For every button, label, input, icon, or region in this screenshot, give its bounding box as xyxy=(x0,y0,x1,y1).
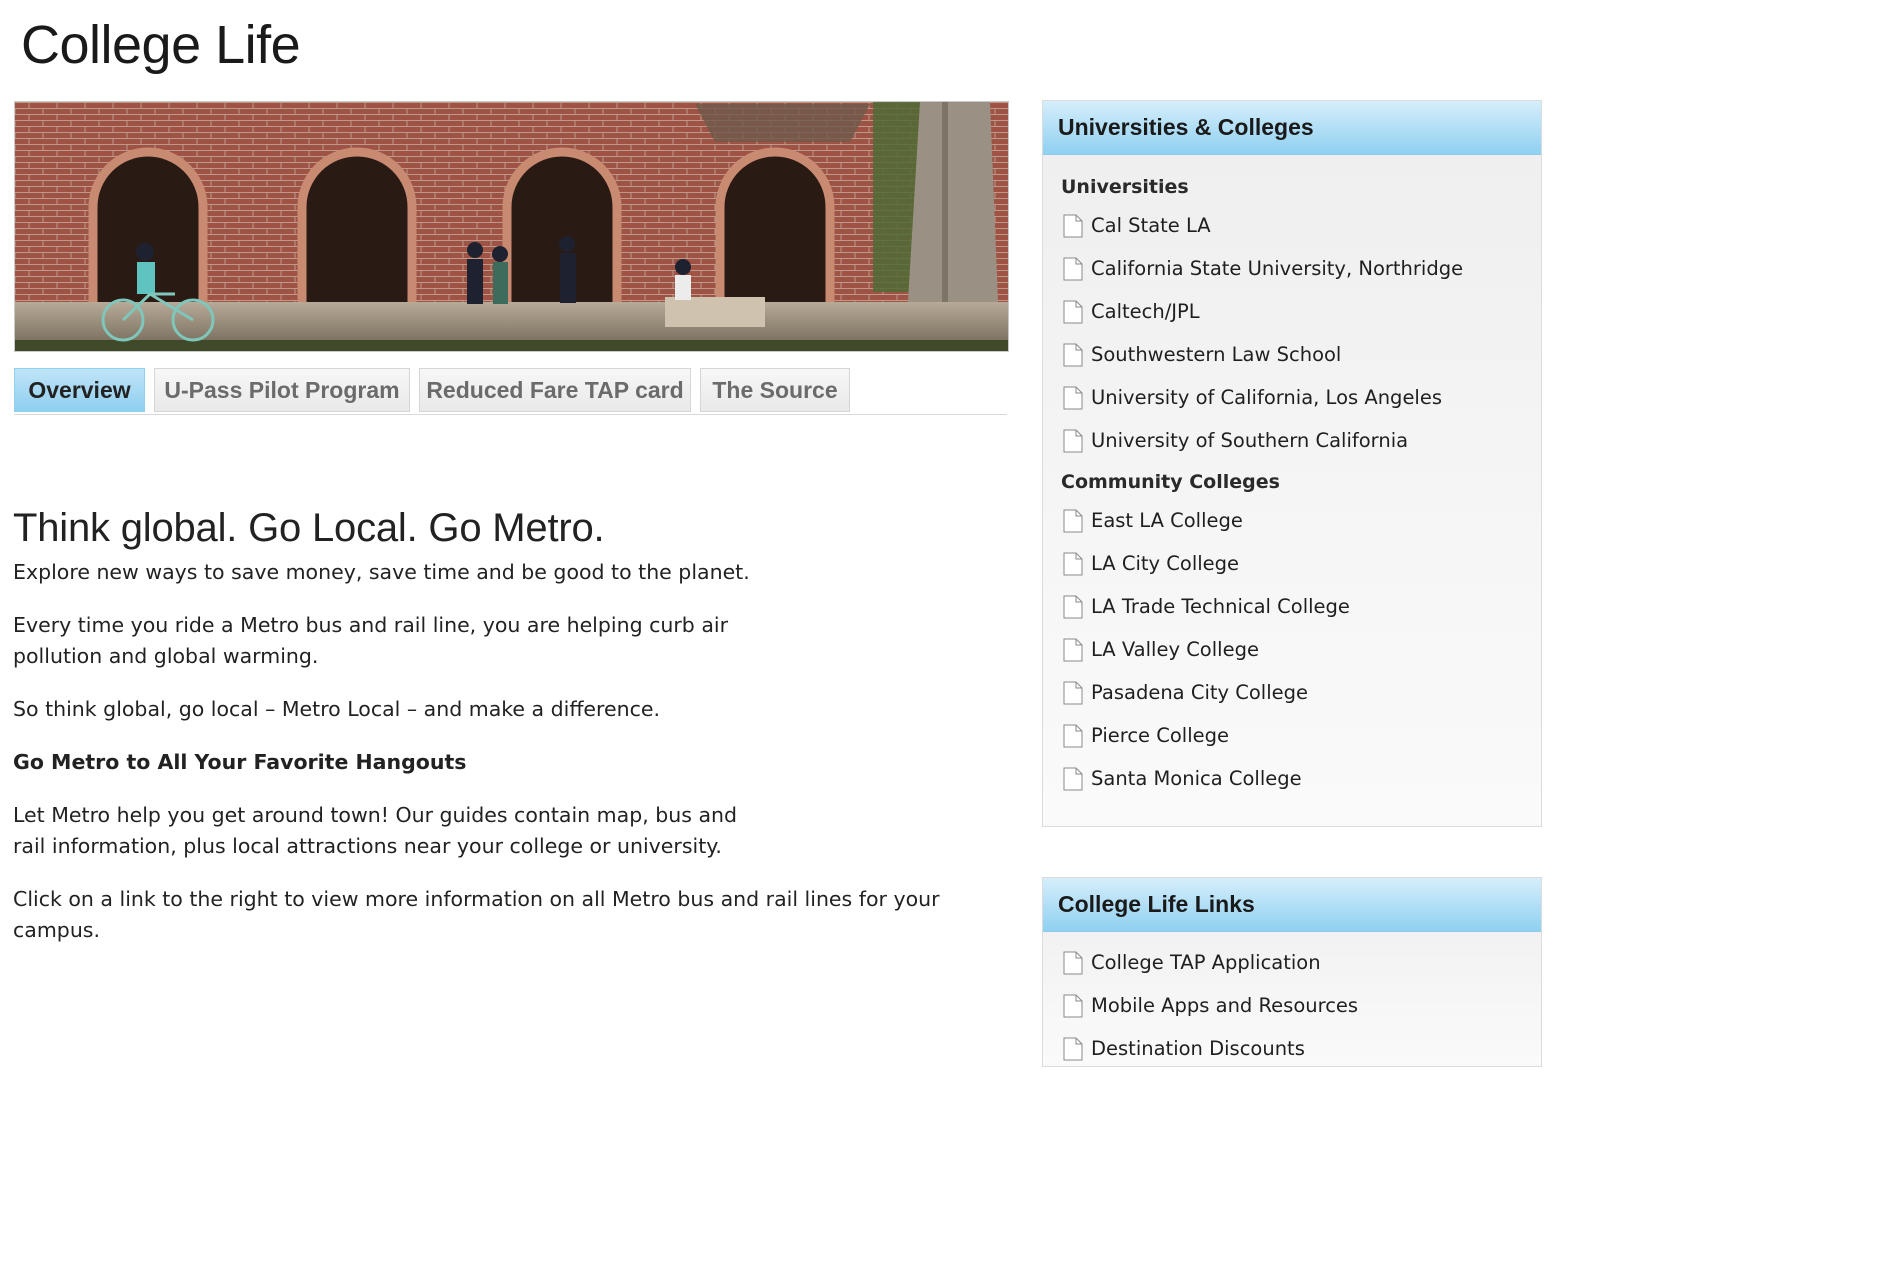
list-item[interactable]: Pierce College xyxy=(1043,721,1541,764)
list-item[interactable]: Mobile Apps and Resources xyxy=(1043,991,1541,1034)
document-icon xyxy=(1063,724,1083,748)
tab-u-pass-pilot-program[interactable]: U-Pass Pilot Program xyxy=(154,368,410,412)
document-icon xyxy=(1063,509,1083,533)
document-icon xyxy=(1063,681,1083,705)
link-label[interactable]: University of California, Los Angeles xyxy=(1091,385,1442,411)
tab-bar: Overview U-Pass Pilot Program Reduced Fa… xyxy=(14,368,1007,415)
panel-title: College Life Links xyxy=(1043,878,1541,932)
paragraph-pollution: Every time you ride a Metro bus and rail… xyxy=(13,613,729,668)
tab-overview[interactable]: Overview xyxy=(14,368,145,412)
document-icon xyxy=(1063,767,1083,791)
list-item[interactable]: Pasadena City College xyxy=(1043,678,1541,721)
subheading-hangouts: Go Metro to All Your Favorite Hangouts xyxy=(13,750,467,774)
document-icon xyxy=(1063,638,1083,662)
document-icon xyxy=(1063,257,1083,281)
universities-colleges-panel: Universities & Colleges Universities Cal… xyxy=(1042,100,1542,827)
headline: Think global. Go Local. Go Metro. xyxy=(13,506,605,550)
section-title-community-colleges: Community Colleges xyxy=(1061,471,1280,493)
link-label[interactable]: LA City College xyxy=(1091,551,1239,577)
list-item[interactable]: LA Valley College xyxy=(1043,635,1541,678)
link-label[interactable]: Cal State LA xyxy=(1091,213,1211,239)
document-icon xyxy=(1063,994,1083,1018)
link-label[interactable]: College TAP Application xyxy=(1091,950,1321,976)
link-label[interactable]: LA Trade Technical College xyxy=(1091,594,1350,620)
link-label[interactable]: East LA College xyxy=(1091,508,1243,534)
link-label[interactable]: California State University, Northridge xyxy=(1091,256,1463,282)
list-item[interactable]: Southwestern Law School xyxy=(1043,340,1541,383)
document-icon xyxy=(1063,386,1083,410)
link-label[interactable]: Pasadena City College xyxy=(1091,680,1308,706)
document-icon xyxy=(1063,552,1083,576)
link-label[interactable]: Southwestern Law School xyxy=(1091,342,1341,368)
link-label[interactable]: Santa Monica College xyxy=(1091,766,1302,792)
link-label[interactable]: Caltech/JPL xyxy=(1091,299,1200,325)
list-item[interactable]: Cal State LA xyxy=(1043,211,1541,254)
link-label[interactable]: LA Valley College xyxy=(1091,637,1259,663)
page-title: College Life xyxy=(21,15,301,75)
main-content: Think global. Go Local. Go Metro. Explor… xyxy=(13,505,1008,946)
link-label[interactable]: Destination Discounts xyxy=(1091,1036,1305,1062)
link-label[interactable]: Mobile Apps and Resources xyxy=(1091,993,1358,1019)
document-icon xyxy=(1063,595,1083,619)
paragraph-think-global: So think global, go local – Metro Local … xyxy=(13,697,661,721)
document-icon xyxy=(1063,429,1083,453)
panel-title: Universities & Colleges xyxy=(1043,101,1541,155)
college-life-links-list: College TAP Application Mobile Apps and … xyxy=(1043,948,1541,1077)
paragraph-click-link: Click on a link to the right to view mor… xyxy=(13,887,940,942)
paragraph-guides: Let Metro help you get around town! Our … xyxy=(13,803,738,858)
document-icon xyxy=(1063,343,1083,367)
list-item[interactable]: California State University, Northridge xyxy=(1043,254,1541,297)
list-item[interactable]: LA Trade Technical College xyxy=(1043,592,1541,635)
universities-list: Cal State LA California State University… xyxy=(1043,211,1541,469)
list-item[interactable]: University of California, Los Angeles xyxy=(1043,383,1541,426)
list-item[interactable]: College TAP Application xyxy=(1043,948,1541,991)
list-item[interactable]: Destination Discounts xyxy=(1043,1034,1541,1077)
document-icon xyxy=(1063,214,1083,238)
document-icon xyxy=(1063,951,1083,975)
college-life-links-panel: College Life Links College TAP Applicati… xyxy=(1042,877,1542,1067)
document-icon xyxy=(1063,1037,1083,1061)
intro-paragraph: Explore new ways to save money, save tim… xyxy=(13,560,750,584)
link-label[interactable]: University of Southern California xyxy=(1091,428,1408,454)
section-title-universities: Universities xyxy=(1061,176,1189,198)
document-icon xyxy=(1063,300,1083,324)
list-item[interactable]: University of Southern California xyxy=(1043,426,1541,469)
list-item[interactable]: Santa Monica College xyxy=(1043,764,1541,807)
tab-reduced-fare-tap-card[interactable]: Reduced Fare TAP card xyxy=(419,368,691,412)
tab-the-source[interactable]: The Source xyxy=(700,368,850,412)
hero-image xyxy=(14,101,1009,352)
link-label[interactable]: Pierce College xyxy=(1091,723,1229,749)
list-item[interactable]: East LA College xyxy=(1043,506,1541,549)
community-colleges-list: East LA College LA City College LA Trade… xyxy=(1043,506,1541,807)
list-item[interactable]: LA City College xyxy=(1043,549,1541,592)
list-item[interactable]: Caltech/JPL xyxy=(1043,297,1541,340)
